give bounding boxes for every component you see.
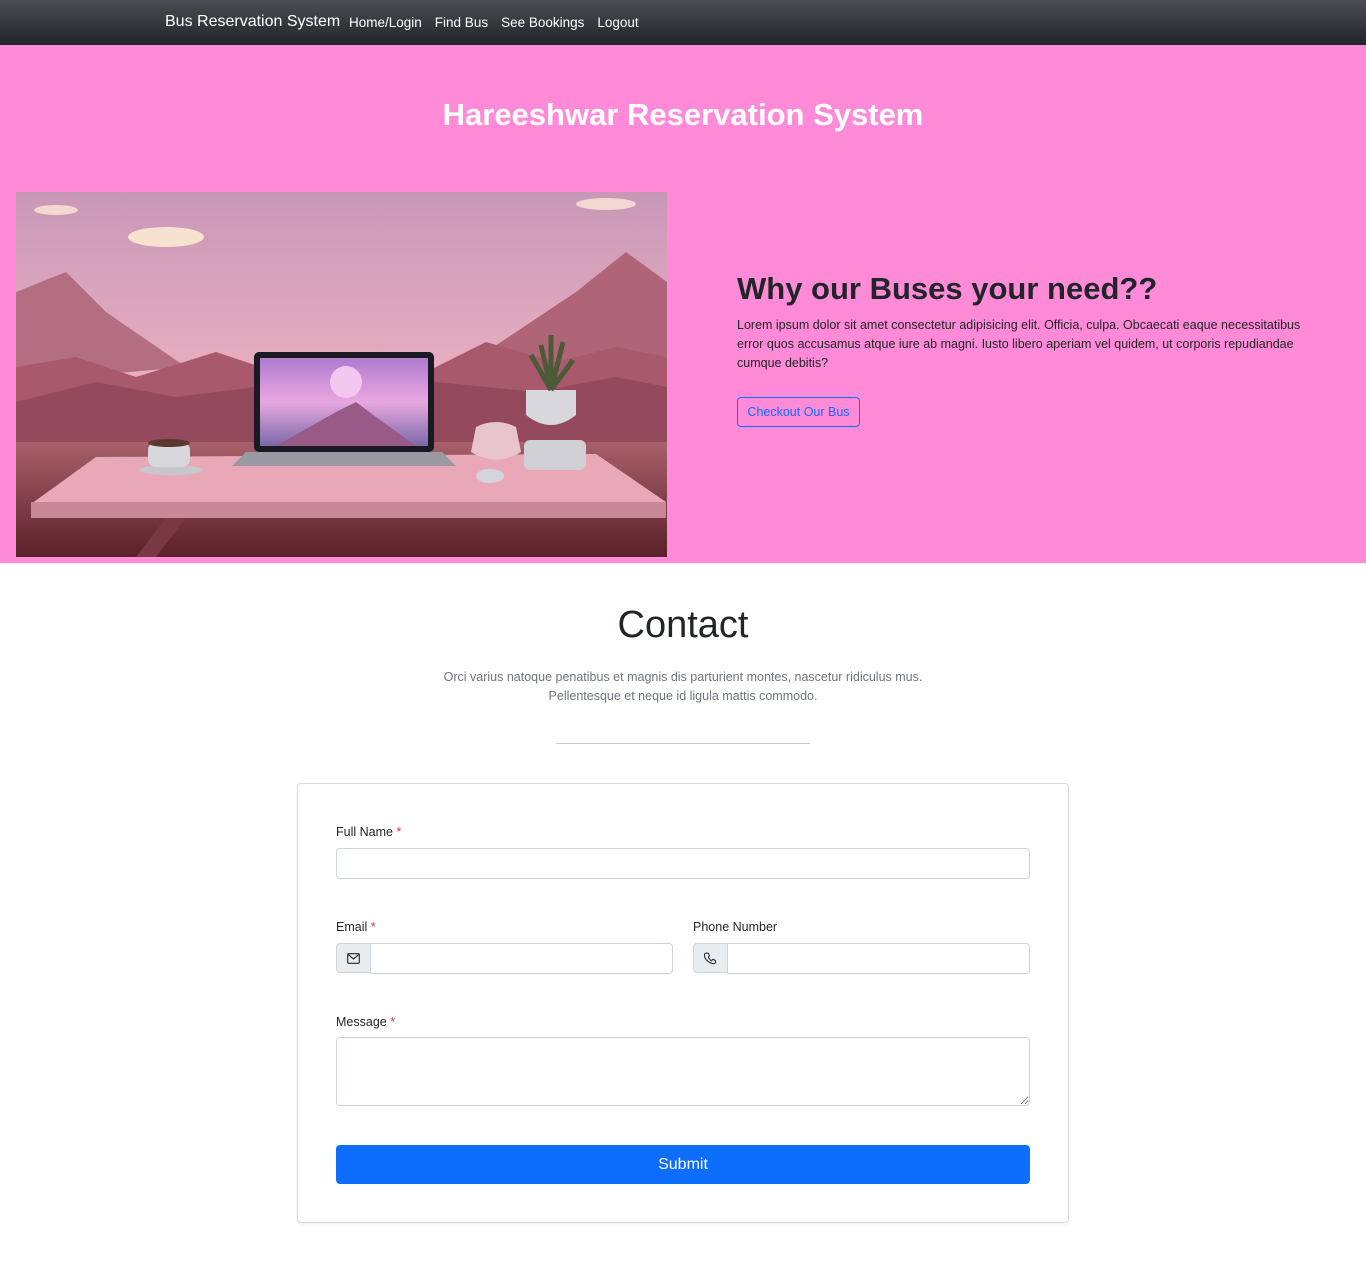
nav-link-home-login[interactable]: Home/Login bbox=[349, 15, 422, 30]
contact-subtitle-line1: Orci varius natoque penatibus et magnis … bbox=[443, 670, 923, 684]
email-label-text: Email bbox=[336, 920, 368, 934]
nav-link-logout[interactable]: Logout bbox=[597, 15, 638, 30]
checkout-our-bus-button[interactable]: Checkout Our Bus bbox=[737, 397, 860, 427]
required-mark: * bbox=[396, 825, 402, 839]
hero-section: Hareeshwar Reservation System Why our Bu… bbox=[0, 45, 1366, 563]
nav-links: Home/Login Find Bus See Bookings Logout bbox=[349, 15, 639, 30]
contact-form: Full Name * Email * Phone Number Message… bbox=[297, 783, 1069, 1223]
divider bbox=[556, 743, 810, 744]
envelope-icon bbox=[347, 952, 360, 964]
phone-input[interactable] bbox=[727, 943, 1030, 974]
email-label: Email * bbox=[336, 920, 376, 934]
navbar: Bus Reservation System Home/Login Find B… bbox=[0, 0, 1366, 45]
why-title: Why our Buses your need?? bbox=[737, 271, 1158, 306]
navbar-brand[interactable]: Bus Reservation System bbox=[165, 13, 340, 31]
contact-title: Contact bbox=[617, 604, 749, 646]
phone-addon bbox=[693, 943, 727, 973]
hero-image bbox=[16, 192, 667, 557]
submit-button[interactable]: Submit bbox=[336, 1145, 1030, 1184]
required-mark: * bbox=[370, 920, 376, 934]
hero-title: Hareeshwar Reservation System bbox=[442, 97, 924, 132]
nav-link-find-bus[interactable]: Find Bus bbox=[435, 15, 488, 30]
email-addon bbox=[336, 943, 370, 973]
message-label-text: Message bbox=[336, 1015, 387, 1029]
email-input[interactable] bbox=[370, 943, 673, 974]
contact-subtitle-line2: Pellentesque et neque id ligula mattis c… bbox=[548, 689, 818, 703]
full-name-label: Full Name * bbox=[336, 825, 401, 839]
full-name-label-text: Full Name bbox=[336, 825, 393, 839]
nav-link-see-bookings[interactable]: See Bookings bbox=[501, 15, 584, 30]
required-mark: * bbox=[390, 1015, 396, 1029]
message-textarea[interactable] bbox=[336, 1037, 1030, 1106]
full-name-input[interactable] bbox=[336, 848, 1030, 879]
contact-subtitle: Orci varius natoque penatibus et magnis … bbox=[383, 668, 983, 706]
why-text: Lorem ipsum dolor sit amet consectetur a… bbox=[737, 318, 1301, 370]
phone-icon bbox=[704, 951, 717, 964]
message-label: Message * bbox=[336, 1015, 395, 1029]
phone-label: Phone Number bbox=[693, 920, 778, 934]
